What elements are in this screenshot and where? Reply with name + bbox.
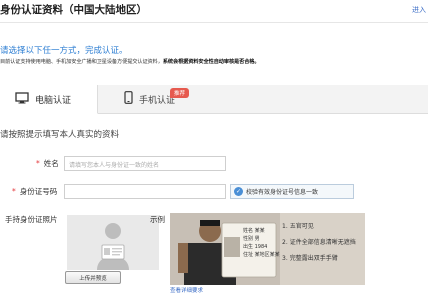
required-mark: *: [12, 187, 16, 196]
name-field[interactable]: 请填写您本人与身份证一致的姓名: [64, 156, 226, 171]
selection-prompt: 请选择以下任一方式，完成认证。: [0, 46, 128, 56]
header-divider: [0, 22, 428, 23]
example-label: 示例: [150, 215, 165, 224]
card-field-birth-value: 1984: [254, 244, 268, 250]
upload-preview-button[interactable]: 上传并预览: [65, 271, 121, 284]
id-card-placeholder-icon: [97, 223, 129, 270]
photo-label: 手持身份证照片: [5, 215, 58, 224]
photo-upload-area[interactable]: [67, 215, 159, 270]
verify-button-label: 校验有效身份证号信息一致: [246, 189, 319, 196]
card-field-name: 姓名 某某: [243, 227, 265, 234]
enter-link[interactable]: 进入: [412, 5, 426, 15]
card-field-name-value: 某某: [254, 228, 265, 234]
phone-icon: [124, 91, 133, 107]
notice-bold: 系统会根据资料安全性自动审核是否合格。: [162, 59, 260, 65]
tip-item: 3. 完整露出双手手臂: [282, 255, 338, 262]
page-title: 身份认证资料（中国大陆地区）: [0, 4, 147, 16]
card-field-address-value: 某地区某某: [254, 252, 280, 258]
example-person-image: [170, 213, 365, 285]
card-field-gender-value: 男: [254, 236, 260, 242]
view-requirements-link[interactable]: 查看详细要求: [170, 286, 203, 294]
tip-text: 五官可见: [289, 223, 314, 230]
monitor-icon: [15, 91, 29, 107]
tab-pc-label: 电脑认证: [35, 95, 72, 106]
form-subtitle: 请按照提示填写本人真实的资料: [0, 130, 120, 140]
name-label: * 姓名: [36, 158, 59, 169]
required-mark: *: [36, 159, 40, 168]
id-label-text: 身份证号码: [19, 187, 58, 196]
card-field-birth: 出生 1984: [243, 243, 267, 250]
verify-id-button[interactable]: ✓ 校验有效身份证号信息一致: [230, 184, 354, 199]
check-icon: ✓: [234, 187, 243, 196]
card-field-name-label: 姓名: [243, 228, 254, 234]
card-field-gender-label: 性别: [243, 236, 254, 242]
id-label: * 身份证号码: [12, 186, 57, 197]
notice-text: 目前认证支持使用电脑、手机加安全广播和卫星设备方便提交认证资料，系统会根据资料安…: [0, 58, 260, 65]
tip-item: 1. 五官可见: [282, 223, 314, 230]
notice-normal: 目前认证支持使用电脑、手机加安全广播和卫星设备方便提交认证资料，: [0, 59, 163, 65]
id-number-field[interactable]: [64, 184, 226, 199]
tip-item: 2. 证件全部信息清晰无遮挡: [282, 239, 356, 246]
card-field-gender: 性别 男: [243, 235, 260, 242]
recommend-badge: 推荐: [170, 88, 190, 98]
card-field-address-label: 住址: [243, 252, 254, 258]
example-photo: 姓名 某某 性别 男 出生 1984 住址 某地区某某 1. 五官可见 2. 证件全…: [170, 213, 365, 285]
tip-text: 证件全部信息清晰无遮挡: [289, 239, 356, 246]
card-field-birth-label: 出生: [243, 244, 254, 250]
tip-text: 完整露出双手手臂: [289, 255, 338, 262]
card-field-address: 住址 某地区某某: [243, 251, 280, 258]
tab-pc-auth[interactable]: 电脑认证: [0, 85, 98, 114]
name-label-text: 姓名: [43, 159, 59, 168]
